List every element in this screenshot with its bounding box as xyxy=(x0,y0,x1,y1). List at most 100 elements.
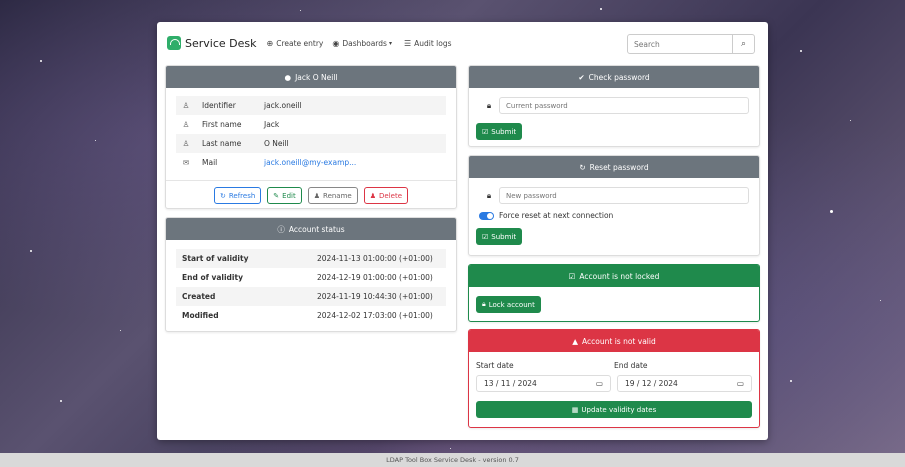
date-inputs: 13 / 11 / 2024 ▭ 19 / 12 / 2024 ▭ xyxy=(476,375,752,392)
search-box: ⌕ xyxy=(627,34,755,54)
attr-label: Last name xyxy=(202,139,242,148)
attr-value: Jack xyxy=(264,120,280,129)
nav-audit-logs-label: Audit logs xyxy=(414,38,452,48)
check-circle-icon: ✔ xyxy=(578,72,585,82)
list-icon: ☰ xyxy=(403,38,412,48)
status-label: Modified xyxy=(182,311,219,320)
person-icon: ♙ xyxy=(182,120,190,129)
warning-icon: ▲ xyxy=(572,336,579,346)
status-label: End of validity xyxy=(182,273,243,282)
nav-dashboards[interactable]: ◉ Dashboards ▾ xyxy=(332,39,395,48)
reset-password-card: ↻ Reset password 🔒︎ Force reset at next … xyxy=(468,155,760,256)
delete-button[interactable]: ♟ Delete xyxy=(363,187,409,204)
status-label: Created xyxy=(182,292,216,301)
attr-label: Mail xyxy=(202,158,218,167)
service-desk-logo-icon xyxy=(167,36,181,50)
caret-down-icon: ▾ xyxy=(388,39,392,47)
edit-button[interactable]: ✎ Edit xyxy=(267,187,302,204)
lock-icon: 🔒︎ xyxy=(486,190,492,200)
reset-password-header: ↻ Reset password xyxy=(469,156,759,178)
user-card-title: Jack O Neill xyxy=(295,72,338,82)
submit-label: Submit xyxy=(491,232,517,241)
refresh-label: Refresh xyxy=(228,191,256,200)
lock-card-header: ☑ Account is not locked xyxy=(469,265,759,287)
lock-icon: 🔒︎ xyxy=(482,300,486,308)
table-row: Created 2024-11-19 10:44:30 (+01:00) xyxy=(176,287,446,306)
new-password-input[interactable] xyxy=(499,187,749,204)
force-reset-toggle[interactable] xyxy=(479,211,494,220)
check-password-header: ✔ Check password xyxy=(469,66,759,88)
delete-user-icon: ♟ xyxy=(369,191,377,200)
validity-card: ▲ Account is not valid Start date End da… xyxy=(468,329,760,428)
update-validity-button[interactable]: ▦ Update validity dates xyxy=(476,401,752,418)
calendar-icon[interactable]: ▭ xyxy=(737,379,744,388)
rename-button[interactable]: ♟ Rename xyxy=(307,187,358,204)
end-date-value: 19 / 12 / 2024 xyxy=(625,379,678,388)
date-labels: Start date End date xyxy=(476,361,752,370)
attr-label: Identifier xyxy=(202,101,236,110)
table-row: ✉ Mail jack.oneill@my-examp... xyxy=(176,153,446,172)
account-status-header: ⓘ Account status xyxy=(166,218,456,240)
status-table: Start of validity 2024-11-13 01:00:00 (+… xyxy=(166,249,456,325)
start-date-input[interactable]: 13 / 11 / 2024 ▭ xyxy=(476,375,611,392)
info-icon: ⓘ xyxy=(277,224,285,234)
nav-create-entry[interactable]: ⊕ Create entry xyxy=(267,39,324,48)
refresh-button[interactable]: ↻ Refresh xyxy=(213,187,262,204)
table-row: Start of validity 2024-11-13 01:00:00 (+… xyxy=(176,249,446,268)
brand-label: Service Desk xyxy=(185,36,257,50)
footer-text: LDAP Tool Box Service Desk - version 0.7 xyxy=(386,456,519,464)
mail-icon: ✉ xyxy=(182,158,190,167)
submit-label: Submit xyxy=(491,127,517,136)
table-row: ♙ Identifier jack.oneill xyxy=(176,96,446,115)
force-reset-label: Force reset at next connection xyxy=(499,211,614,220)
plus-circle-icon: ⊕ xyxy=(266,38,274,48)
reset-password-title: Reset password xyxy=(589,162,649,172)
status-label: Start of validity xyxy=(182,254,249,263)
search-icon: ⌕ xyxy=(740,39,747,49)
update-validity-label: Update validity dates xyxy=(581,405,657,414)
service-desk-window: Service Desk ⊕ Create entry ◉ Dashboards… xyxy=(157,22,768,440)
lock-card-title: Account is not locked xyxy=(579,271,660,281)
lock-account-button[interactable]: 🔒︎ Lock account xyxy=(476,296,541,313)
validity-card-title: Account is not valid xyxy=(582,336,656,346)
user-actions: ↻ Refresh ✎ Edit ♟ Rename ♟ Delete xyxy=(166,180,456,204)
table-row: End of validity 2024-12-19 01:00:00 (+01… xyxy=(176,268,446,287)
rename-user-icon: ♟ xyxy=(313,191,321,200)
start-date-label: Start date xyxy=(476,361,514,370)
reset-password-submit-button[interactable]: ☑ Submit xyxy=(476,228,523,245)
validity-card-header: ▲ Account is not valid xyxy=(469,330,759,352)
person-icon: ♙ xyxy=(182,101,190,110)
check-password-title: Check password xyxy=(588,72,650,82)
calendar-icon[interactable]: ▭ xyxy=(596,379,603,388)
new-password-group: 🔒︎ xyxy=(479,187,749,204)
user-circle-icon: ● xyxy=(284,72,292,82)
check-password-submit-button[interactable]: ☑ Submit xyxy=(476,123,523,140)
person-icon: ♙ xyxy=(182,139,190,148)
table-row: ♙ Last name O Neill xyxy=(176,134,446,153)
search-button[interactable]: ⌕ xyxy=(732,35,754,53)
refresh-icon: ↻ xyxy=(219,191,226,200)
attr-value: jack.oneill xyxy=(264,101,302,110)
user-card-header: ● Jack O Neill xyxy=(166,66,456,88)
end-date-input[interactable]: 19 / 12 / 2024 ▭ xyxy=(617,375,752,392)
footer: LDAP Tool Box Service Desk - version 0.7 xyxy=(0,453,905,467)
user-card: ● Jack O Neill ♙ Identifier jack.oneill … xyxy=(165,65,457,209)
current-password-input[interactable] xyxy=(499,97,749,114)
nav-audit-logs[interactable]: ☰ Audit logs xyxy=(404,39,452,48)
account-status-card: ⓘ Account status Start of validity 2024-… xyxy=(165,217,457,332)
rename-label: Rename xyxy=(323,191,352,200)
refresh-icon: ↻ xyxy=(579,162,586,172)
check-square-icon: ☑ xyxy=(482,127,489,136)
nav-create-entry-label: Create entry xyxy=(276,38,324,48)
mail-link[interactable]: jack.oneill@my-examp... xyxy=(264,158,356,167)
navbar: Service Desk ⊕ Create entry ◉ Dashboards… xyxy=(157,22,768,64)
attr-value: O Neill xyxy=(264,139,289,148)
brand[interactable]: Service Desk xyxy=(167,36,257,50)
search-input[interactable] xyxy=(628,35,732,53)
calendar-icon: ▦ xyxy=(571,405,579,414)
status-value: 2024-11-13 01:00:00 (+01:00) xyxy=(317,254,433,263)
end-date-label: End date xyxy=(614,361,648,370)
status-value: 2024-12-19 01:00:00 (+01:00) xyxy=(317,273,433,282)
lock-icon: 🔒︎ xyxy=(486,100,492,110)
lock-account-label: Lock account xyxy=(488,300,535,309)
